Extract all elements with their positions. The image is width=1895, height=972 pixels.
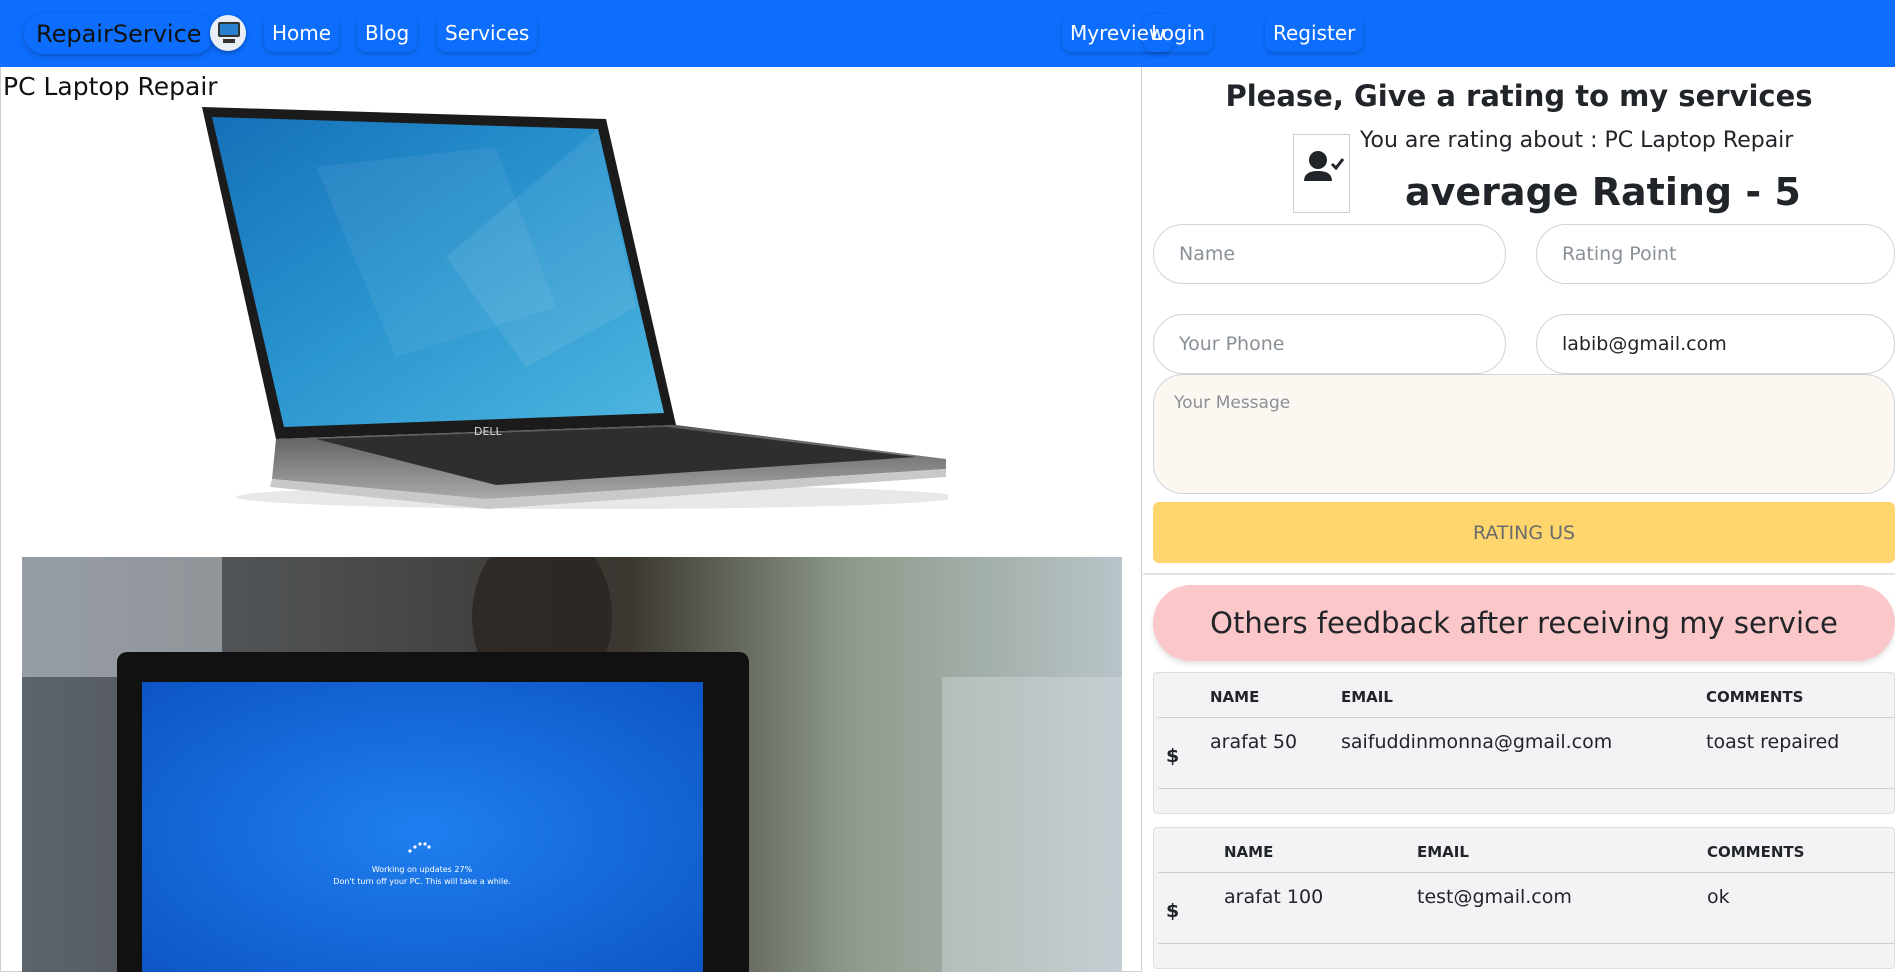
- feedback-card: NAME EMAIL COMMENTS $ arafat 50 saifuddi…: [1153, 672, 1895, 814]
- header-email: EMAIL: [1417, 843, 1469, 861]
- nav-services-link[interactable]: Services: [437, 14, 537, 52]
- avatar: [1293, 134, 1350, 213]
- rating-panel: Please, Give a rating to my services You…: [1143, 67, 1895, 972]
- message-textarea[interactable]: [1153, 374, 1895, 494]
- header-comments: COMMENTS: [1707, 843, 1805, 861]
- logo-icon[interactable]: [210, 15, 246, 51]
- feedback-comment: toast repaired: [1706, 731, 1840, 753]
- header-name: NAME: [1224, 843, 1274, 861]
- name-input[interactable]: [1153, 224, 1506, 284]
- feedback-email: saifuddinmonna@gmail.com: [1341, 731, 1613, 753]
- email-input[interactable]: [1536, 314, 1895, 374]
- nav-blog-link[interactable]: Blog: [357, 14, 417, 52]
- feedback-card: NAME EMAIL COMMENTS $ arafat 100 test@gm…: [1153, 827, 1895, 969]
- rating-heading: Please, Give a rating to my services: [1225, 79, 1813, 113]
- header-email: EMAIL: [1341, 688, 1393, 706]
- feedback-name: arafat 100: [1224, 886, 1324, 908]
- average-rating: average Rating - 5: [1405, 170, 1801, 214]
- photo-warning-text: Don't turn off your PC. This will take a…: [333, 877, 510, 886]
- feedback-comment: ok: [1707, 886, 1730, 908]
- rating-point-input[interactable]: [1536, 224, 1895, 284]
- nav-home-link[interactable]: Home: [264, 14, 339, 52]
- rating-about-text: You are rating about : PC Laptop Repair: [1360, 128, 1794, 153]
- feedback-heading: Others feedback after receiving my servi…: [1153, 585, 1895, 661]
- feedback-email: test@gmail.com: [1417, 886, 1572, 908]
- service-detail-panel: PC Laptop Repair DELL Working on updates…: [0, 67, 1142, 972]
- brand-link[interactable]: RepairService: [24, 14, 214, 54]
- laptop-brand-text: DELL: [474, 425, 503, 438]
- rating-us-button[interactable]: RATING US: [1153, 502, 1895, 563]
- navbar: RepairService Home Blog Services Myrevie…: [0, 0, 1895, 67]
- header-name: NAME: [1210, 688, 1260, 706]
- phone-input[interactable]: [1153, 314, 1506, 374]
- laptop-image: DELL: [202, 107, 948, 509]
- laptop-photo: Working on updates 27% Don't turn off yo…: [22, 557, 1122, 972]
- feedback-name: arafat 50: [1210, 731, 1298, 753]
- dollar-icon: $: [1166, 745, 1180, 767]
- dollar-icon: $: [1166, 900, 1180, 922]
- nav-register-link[interactable]: Register: [1265, 14, 1363, 52]
- header-comments: COMMENTS: [1706, 688, 1804, 706]
- nav-login-link[interactable]: Login: [1143, 14, 1213, 52]
- section-divider: [1143, 573, 1895, 575]
- user-check-icon: [1304, 151, 1345, 181]
- photo-update-text: Working on updates 27%: [372, 865, 473, 874]
- service-title: PC Laptop Repair: [3, 72, 218, 101]
